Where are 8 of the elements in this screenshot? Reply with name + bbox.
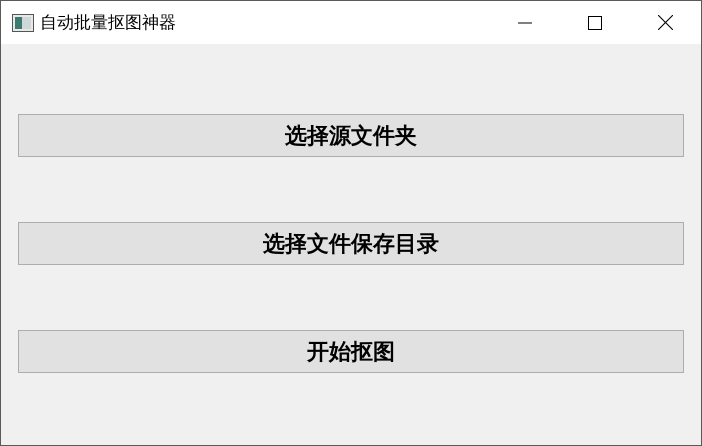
action-button[interactable]: 选择源文件夹 [18,114,684,157]
maximize-icon[interactable] [588,16,602,30]
window-title: 自动批量抠图神器 [40,12,176,34]
close-icon[interactable] [658,15,673,30]
action-button[interactable]: 选择文件保存目录 [18,222,684,265]
minimize-icon[interactable] [518,22,532,24]
action-button[interactable]: 开始抠图 [18,330,684,373]
app-icon [12,14,34,32]
